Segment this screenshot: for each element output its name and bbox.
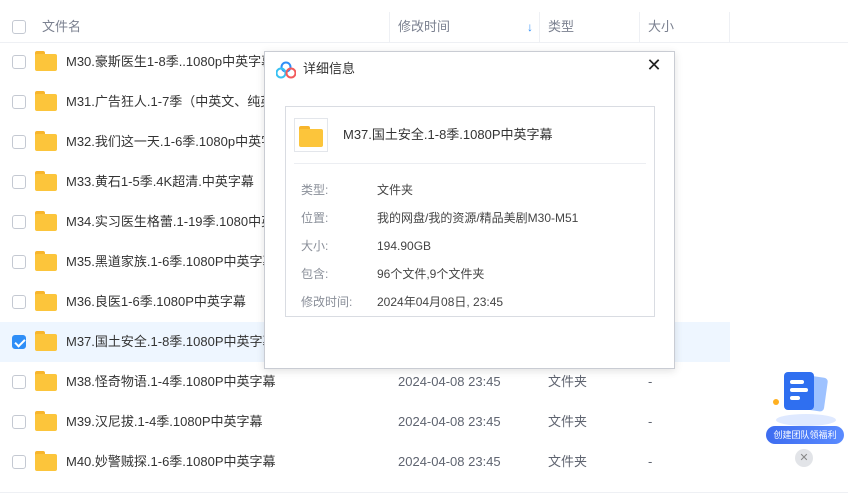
sort-desc-icon[interactable]: ↓	[527, 12, 533, 42]
folder-icon	[294, 118, 328, 152]
property-label: 大小:	[301, 239, 329, 253]
details-panel: M37.国土安全.1-8季.1080P中英字幕 类型: 文件夹位置: 我的网盘/我的…	[285, 106, 655, 317]
folder-icon	[35, 371, 57, 391]
folder-icon	[35, 91, 57, 111]
property-value: 194.90GB	[377, 239, 432, 253]
property-label: 类型:	[301, 183, 329, 197]
property-label: 位置:	[301, 211, 329, 225]
details-dialog: 详细信息 ✕ M37.国土安全.1-8季.1080P中英字幕 类型: 文件夹位置:…	[264, 51, 675, 369]
row-checkbox[interactable]	[12, 55, 26, 69]
property-value: 96个文件,9个文件夹	[377, 267, 485, 281]
table-row[interactable]: M39.汉尼拔.1-4季.1080P中英字幕 2024-04-08 23:45 文件…	[0, 402, 730, 442]
folder-icon	[35, 411, 57, 431]
file-name[interactable]: M33.黄石1-5季.4K超清.中英字幕	[66, 162, 254, 202]
list-header: 文件名 修改时间 ↓ 类型 大小	[0, 12, 848, 43]
promo-label[interactable]: 创建团队领福利	[766, 426, 844, 444]
team-document-icon	[773, 372, 836, 426]
property-label: 修改时间:	[301, 295, 353, 309]
promo-widget[interactable]: 创建团队领福利 ✕	[764, 368, 846, 468]
file-name[interactable]: M35.黑道家族.1-6季.1080P中英字幕	[66, 242, 276, 282]
property-value: 我的网盘/我的资源/精品美剧M30-M51	[377, 211, 579, 225]
row-checkbox[interactable]	[12, 375, 26, 389]
folder-icon	[35, 211, 57, 231]
close-icon[interactable]: ✕	[644, 55, 664, 75]
column-header-type[interactable]: 类型	[540, 12, 640, 42]
column-header-size[interactable]: 大小	[640, 12, 730, 42]
row-checkbox[interactable]	[12, 175, 26, 189]
folder-icon	[35, 51, 57, 71]
column-header-size-label: 大小	[648, 19, 675, 34]
file-size: -	[648, 414, 653, 429]
file-name[interactable]: M31.广告狂人.1-7季（中英文、纯英文	[66, 82, 286, 122]
dialog-titlebar[interactable]: 详细信息 ✕	[265, 52, 674, 86]
row-checkbox[interactable]	[12, 335, 26, 349]
column-header-mtime[interactable]: 修改时间 ↓	[390, 12, 540, 42]
row-checkbox[interactable]	[12, 295, 26, 309]
row-checkbox[interactable]	[12, 415, 26, 429]
row-checkbox[interactable]	[12, 215, 26, 229]
details-divider	[294, 163, 646, 164]
folder-icon	[35, 451, 57, 471]
column-header-name[interactable]: 文件名	[0, 12, 390, 42]
table-row[interactable]: M40.妙警贼探.1-6季.1080P中英字幕 2024-04-08 23:45 文…	[0, 442, 730, 482]
baidu-netdisk-logo-icon	[276, 61, 296, 79]
file-name[interactable]: M37.国土安全.1-8季.1080P中英字幕	[66, 322, 276, 362]
file-size: -	[648, 454, 653, 469]
file-name[interactable]: M32.我们这一天.1-6季.1080p中英字幕	[66, 122, 287, 162]
dialog-title: 详细信息	[303, 61, 356, 76]
file-mtime: 2024-04-08 23:45	[398, 454, 501, 469]
property-value: 文件夹	[377, 183, 414, 197]
row-checkbox[interactable]	[12, 135, 26, 149]
folder-icon	[35, 291, 57, 311]
file-name[interactable]: M36.良医1-6季.1080P中英字幕	[66, 282, 246, 322]
column-header-type-label: 类型	[548, 19, 575, 34]
property-value: 2024年04月08日, 23:45	[377, 295, 504, 309]
row-checkbox[interactable]	[12, 455, 26, 469]
folder-icon	[35, 251, 57, 271]
list-divider	[0, 492, 848, 493]
file-type: 文件夹	[548, 414, 588, 429]
property-label: 包含:	[301, 267, 329, 281]
file-name[interactable]: M38.怪奇物语.1-4季.1080P中英字幕	[66, 362, 276, 402]
column-header-mtime-label: 修改时间	[398, 19, 451, 34]
file-name[interactable]: M30.豪斯医生1-8季..1080p中英字幕	[66, 42, 274, 82]
file-mtime: 2024-04-08 23:45	[398, 414, 501, 429]
details-file-name: M37.国土安全.1-8季.1080P中英字幕	[343, 127, 553, 142]
file-name[interactable]: M39.汉尼拔.1-4季.1080P中英字幕	[66, 402, 263, 442]
row-checkbox[interactable]	[12, 255, 26, 269]
file-name[interactable]: M40.妙警贼探.1-6季.1080P中英字幕	[66, 442, 276, 482]
folder-icon	[35, 171, 57, 191]
row-checkbox[interactable]	[12, 95, 26, 109]
folder-icon	[35, 131, 57, 151]
promo-close-icon[interactable]: ✕	[795, 449, 813, 467]
file-type: 文件夹	[548, 454, 588, 469]
folder-icon	[35, 331, 57, 351]
column-header-name-label: 文件名	[42, 19, 82, 34]
